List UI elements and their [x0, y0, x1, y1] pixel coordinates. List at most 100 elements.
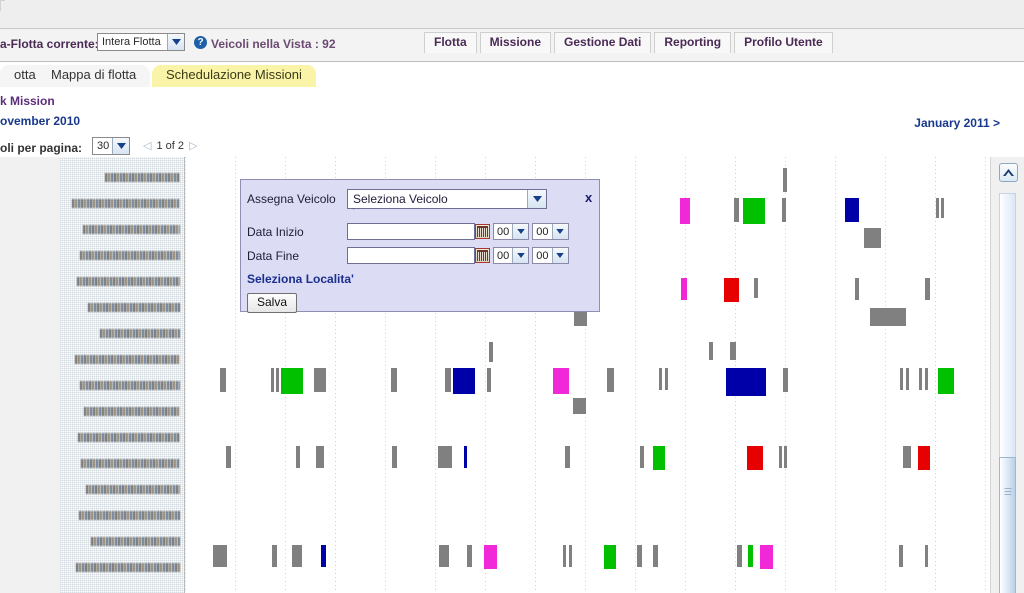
- mission-bar[interactable]: [213, 545, 227, 567]
- chevron-down-icon[interactable]: [512, 224, 529, 239]
- assign-vehicle-select[interactable]: Seleziona Veicolo: [347, 189, 547, 209]
- mission-bar[interactable]: [782, 198, 786, 222]
- mission-bar[interactable]: [779, 446, 782, 468]
- mission-bar[interactable]: [316, 446, 324, 468]
- mission-bar[interactable]: [464, 446, 467, 468]
- mission-bar[interactable]: [565, 446, 570, 468]
- chevron-down-icon[interactable]: [512, 248, 529, 263]
- mission-bar[interactable]: [941, 198, 944, 218]
- calendar-icon[interactable]: [475, 248, 490, 263]
- fleet-select[interactable]: Intera Flotta: [97, 33, 185, 51]
- mission-bar[interactable]: [783, 368, 788, 392]
- end-date-input[interactable]: [347, 247, 475, 264]
- mission-bar[interactable]: [653, 545, 658, 567]
- mission-bar[interactable]: [484, 545, 497, 569]
- vehicle-list-item[interactable]: [72, 198, 180, 209]
- nav-item-reporting[interactable]: Reporting: [654, 32, 732, 54]
- mission-bar[interactable]: [747, 446, 763, 470]
- vehicle-list-item[interactable]: [81, 458, 180, 469]
- mission-bar[interactable]: [855, 278, 859, 300]
- mission-bar[interactable]: [870, 308, 906, 326]
- vehicle-list-item[interactable]: [86, 484, 180, 495]
- vehicle-list-item[interactable]: [79, 510, 180, 521]
- help-icon[interactable]: ?: [194, 36, 207, 49]
- mission-bar[interactable]: [903, 446, 911, 468]
- end-hour-select[interactable]: 00: [493, 247, 530, 264]
- vehicle-list-item[interactable]: [83, 224, 180, 235]
- mission-bar[interactable]: [637, 545, 642, 567]
- chevron-down-icon[interactable]: [551, 224, 568, 239]
- calendar-icon[interactable]: [475, 224, 490, 239]
- mission-bar[interactable]: [925, 368, 928, 390]
- mission-bar[interactable]: [321, 545, 326, 567]
- scroll-up-icon[interactable]: [999, 163, 1018, 182]
- per-page-select[interactable]: 30: [92, 137, 130, 155]
- mission-bar[interactable]: [919, 368, 922, 390]
- close-icon[interactable]: x: [585, 191, 592, 204]
- mission-bar[interactable]: [272, 545, 277, 567]
- chevron-down-icon[interactable]: [551, 248, 568, 263]
- nav-item-profilo-utente[interactable]: Profilo Utente: [734, 32, 833, 54]
- mission-bar[interactable]: [925, 278, 930, 300]
- vehicle-list-item[interactable]: [84, 406, 180, 417]
- mission-bar[interactable]: [726, 368, 766, 396]
- vehicle-list-item[interactable]: [105, 172, 180, 183]
- mission-bar[interactable]: [845, 198, 859, 222]
- mission-bar[interactable]: [680, 198, 690, 224]
- mission-bar[interactable]: [918, 446, 930, 470]
- mission-bar[interactable]: [734, 198, 739, 222]
- next-month-link[interactable]: January 2011 >: [914, 116, 1000, 130]
- mission-bar[interactable]: [760, 545, 773, 569]
- vehicle-list-item[interactable]: [100, 328, 180, 339]
- mission-bar[interactable]: [467, 545, 472, 567]
- mission-bar[interactable]: [569, 545, 572, 567]
- mission-bar[interactable]: [487, 368, 491, 392]
- mission-bar[interactable]: [709, 342, 713, 360]
- mission-bar[interactable]: [653, 446, 665, 470]
- start-date-input[interactable]: [347, 223, 475, 240]
- mission-bar[interactable]: [784, 446, 787, 468]
- mission-bar[interactable]: [900, 368, 903, 390]
- mission-bar[interactable]: [925, 545, 928, 567]
- scrollbar-thumb[interactable]: [999, 457, 1016, 593]
- mission-bar[interactable]: [665, 368, 668, 390]
- mission-bar[interactable]: [659, 368, 662, 390]
- tab-mappa-di-flotta[interactable]: Mappa di flotta: [37, 65, 151, 87]
- chevron-down-icon[interactable]: [112, 138, 129, 154]
- nav-item-gestione-dati[interactable]: Gestione Dati: [554, 32, 652, 54]
- mission-bar[interactable]: [906, 368, 909, 390]
- mission-bar[interactable]: [445, 368, 451, 392]
- mission-bar[interactable]: [743, 198, 765, 224]
- mission-bar[interactable]: [489, 342, 493, 362]
- mission-bar[interactable]: [276, 368, 279, 392]
- mission-bar[interactable]: [899, 545, 903, 567]
- end-minute-select[interactable]: 00: [532, 247, 569, 264]
- mission-bar[interactable]: [936, 198, 939, 218]
- mission-bar[interactable]: [563, 545, 566, 567]
- mission-bar[interactable]: [392, 446, 397, 468]
- chevron-down-icon[interactable]: [167, 34, 184, 50]
- save-button[interactable]: Salva: [247, 293, 298, 314]
- mission-bar[interactable]: [314, 368, 326, 392]
- vertical-scrollbar[interactable]: [990, 157, 1024, 593]
- mission-bar[interactable]: [391, 368, 397, 392]
- mission-bar[interactable]: [640, 446, 644, 468]
- mission-bar[interactable]: [573, 398, 586, 414]
- vehicle-list-item[interactable]: [75, 354, 180, 365]
- start-minute-select[interactable]: 00: [532, 223, 569, 240]
- mission-bar[interactable]: [737, 545, 742, 567]
- mission-bar[interactable]: [220, 368, 226, 392]
- mission-bar[interactable]: [271, 368, 274, 392]
- mission-bar[interactable]: [748, 545, 753, 567]
- mission-bar[interactable]: [453, 368, 475, 394]
- mission-bar[interactable]: [439, 545, 449, 567]
- mission-bar[interactable]: [438, 446, 452, 468]
- mission-bar[interactable]: [292, 545, 302, 567]
- mission-bar[interactable]: [681, 278, 687, 300]
- mission-bar[interactable]: [730, 342, 736, 360]
- vehicle-list-item[interactable]: [77, 276, 180, 287]
- mission-bar[interactable]: [553, 368, 569, 394]
- vehicle-list-item[interactable]: [88, 302, 180, 313]
- mission-bar[interactable]: [864, 228, 881, 248]
- mission-bar[interactable]: [607, 368, 614, 392]
